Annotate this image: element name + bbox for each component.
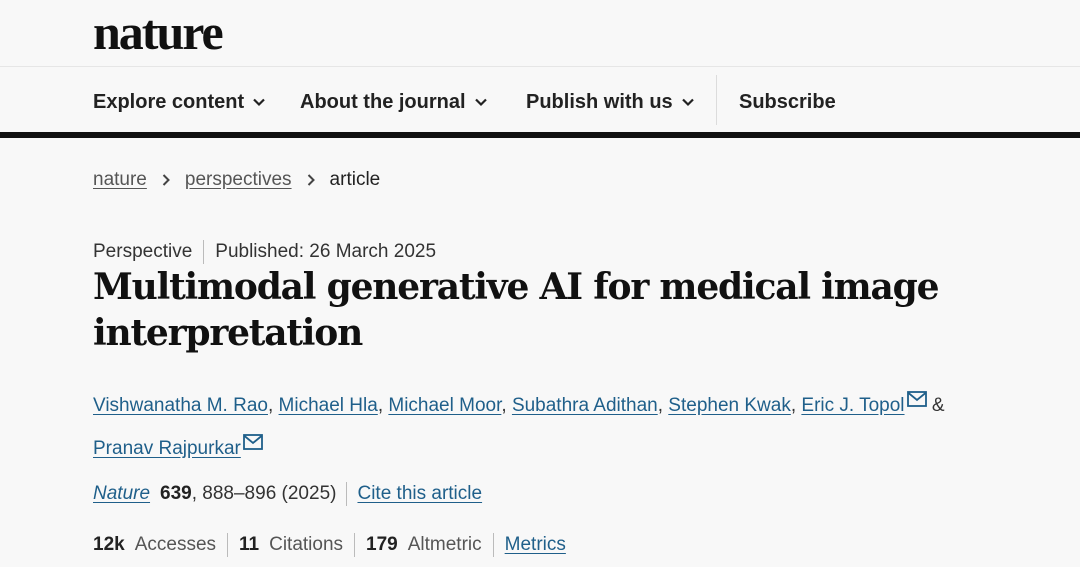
metrics-link[interactable]: Metrics (505, 534, 566, 556)
author-link[interactable]: Eric J. Topol (801, 395, 904, 416)
author-link[interactable]: Michael Moor (388, 395, 501, 416)
published-date: Published: 26 March 2025 (215, 241, 437, 262)
citation-line: Nature 639 , 888–896 (2025) Cite this ar… (93, 482, 482, 506)
article-type: Perspective (93, 241, 193, 262)
chevron-right-icon (306, 173, 316, 187)
nav-explore-content[interactable]: Explore content (93, 89, 266, 115)
chevron-down-icon (474, 95, 488, 109)
nav-label: Explore content (93, 90, 245, 113)
nav-label: About the journal (300, 90, 466, 113)
author-conjunction: & (931, 395, 945, 416)
article-title: Multimodal generative AI for medical ima… (93, 266, 939, 354)
breadcrumb: nature perspectives article (93, 169, 380, 191)
chevron-down-icon (681, 95, 695, 109)
article-metrics: 12k Accesses 11 Citations 179 Altmetric … (93, 533, 566, 557)
altmetric-label: Altmetric (407, 534, 482, 555)
journal-link[interactable]: Nature (93, 483, 150, 505)
accesses-count: 12k (93, 534, 125, 555)
author-link[interactable]: Pranav Rajpurkar (93, 438, 241, 459)
site-header: nature (0, 0, 1080, 67)
citations-count: 11 (239, 534, 260, 555)
article-meta: Perspective Published: 26 March 2025 (93, 240, 436, 264)
author-link[interactable]: Michael Hla (279, 395, 378, 416)
breadcrumb-current: article (329, 169, 381, 190)
altmetric-score: 179 (366, 534, 398, 555)
citations-label: Citations (269, 534, 344, 555)
chevron-down-icon (252, 95, 266, 109)
breadcrumb-nature[interactable]: nature (93, 169, 147, 191)
accesses-label: Accesses (134, 534, 217, 555)
subscribe-link[interactable]: Subscribe (739, 89, 836, 115)
nav-publish-with-us[interactable]: Publish with us (526, 89, 695, 115)
pages-year: , 888–896 (2025) (191, 483, 337, 504)
header-rule (0, 132, 1080, 138)
chevron-right-icon (161, 173, 171, 187)
meta-divider (203, 240, 205, 264)
author-link[interactable]: Stephen Kwak (668, 395, 791, 416)
mail-icon[interactable] (906, 382, 927, 407)
author-separator: , (377, 395, 384, 416)
metrics-divider (492, 533, 494, 557)
author-separator: , (657, 395, 664, 416)
nav-label: Publish with us (526, 90, 673, 113)
nature-logo[interactable]: nature (93, 4, 224, 60)
nav-divider (716, 75, 717, 125)
metrics-divider (354, 533, 356, 557)
author-list: Vishwanatha M. Rao, Michael Hla, Michael… (93, 382, 1053, 468)
author-separator: , (790, 395, 797, 416)
author-link[interactable]: Vishwanatha M. Rao (93, 395, 268, 416)
breadcrumb-perspectives[interactable]: perspectives (185, 169, 292, 191)
metrics-divider (227, 533, 229, 557)
mail-icon[interactable] (242, 425, 263, 450)
author-separator: , (267, 395, 274, 416)
author-separator: , (501, 395, 507, 416)
main-nav: Explore content About the journal Publis… (0, 67, 1080, 134)
author-link[interactable]: Subathra Adithan (512, 395, 658, 416)
volume-number: 639 (160, 483, 192, 504)
citation-divider (346, 482, 348, 506)
cite-article-link[interactable]: Cite this article (357, 483, 482, 505)
nav-about-journal[interactable]: About the journal (300, 89, 488, 115)
